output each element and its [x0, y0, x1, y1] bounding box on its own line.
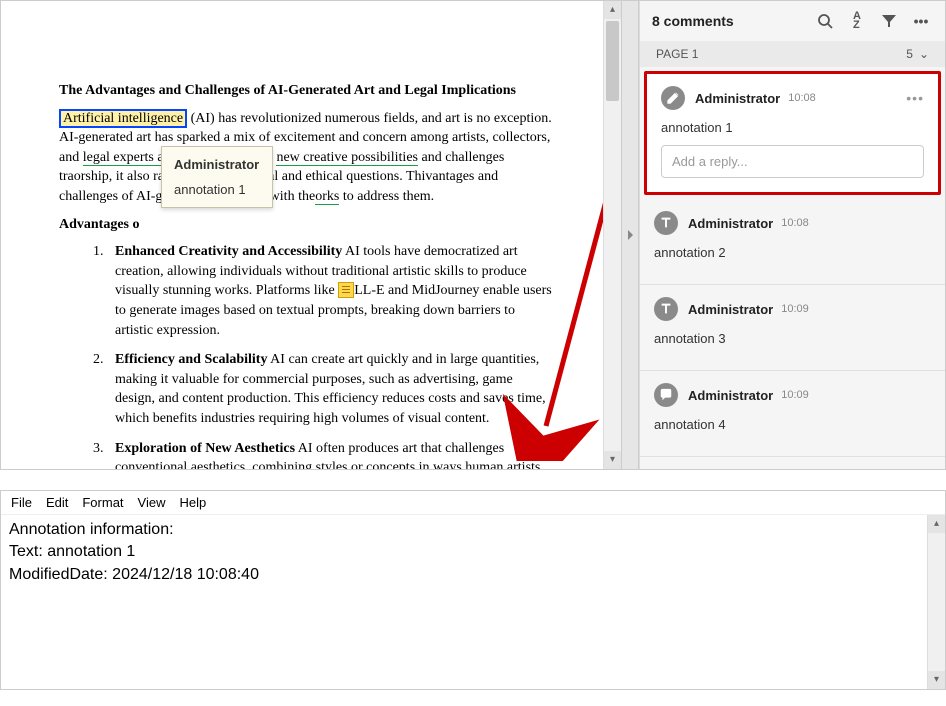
menu-format[interactable]: Format	[82, 495, 123, 510]
comments-count-label: 8 comments	[652, 13, 734, 29]
scroll-down-arrow[interactable]: ▾	[604, 451, 621, 469]
scroll-up-arrow[interactable]: ▴	[604, 1, 621, 19]
scroll-up-arrow[interactable]: ▴	[928, 515, 945, 533]
comment-menu-icon[interactable]: •••	[906, 90, 924, 106]
menu-edit[interactable]: Edit	[46, 495, 68, 510]
comment-text: annotation 3	[654, 331, 931, 346]
document-content: The Advantages and Challenges of AI-Gene…	[1, 1, 603, 469]
underline-annotation-2[interactable]: new creative possibilities	[276, 150, 418, 166]
search-icon[interactable]	[813, 9, 837, 33]
more-icon[interactable]: •••	[909, 9, 933, 33]
comment-type-icon	[654, 297, 678, 321]
comment-text: annotation 2	[654, 245, 931, 260]
annotation-tooltip: Administrator annotation 1	[161, 146, 273, 208]
comment-type-icon	[654, 211, 678, 235]
document-viewer[interactable]: The Advantages and Challenges of AI-Gene…	[1, 1, 603, 469]
info-pane: File Edit Format View Help Annotation inform…	[0, 490, 946, 690]
list-item: Exploration of New Aesthetics AI often p…	[107, 439, 553, 470]
comment-card[interactable]: Administrator 10:08 ••• annotation 1	[644, 71, 941, 195]
info-text-area[interactable]: Annotation information:Text: annotation …	[1, 515, 927, 689]
top-pane: The Advantages and Challenges of AI-Gene…	[0, 0, 946, 470]
comment-card[interactable]: Administrator 10:09 annotation 4	[640, 371, 945, 457]
scroll-down-arrow[interactable]: ▾	[928, 671, 945, 689]
comment-text: annotation 4	[654, 417, 931, 432]
page-comment-count: 5	[906, 47, 913, 61]
comment-card[interactable]: Administrator 10:08 annotation 2	[640, 199, 945, 285]
note-icon[interactable]	[338, 282, 354, 298]
document-title: The Advantages and Challenges of AI-Gene…	[59, 81, 553, 101]
info-scrollbar[interactable]: ▴ ▾	[927, 515, 945, 689]
comment-author: Administrator	[688, 388, 773, 403]
chevron-down-icon: ⌄	[919, 47, 929, 61]
comments-panel: 8 comments AZ ••• PAGE 1 5 ⌄ Administrat…	[639, 1, 945, 469]
list-item: Efficiency and Scalability AI can create…	[107, 350, 553, 428]
tooltip-text: annotation 1	[174, 182, 260, 197]
comment-author: Administrator	[688, 216, 773, 231]
underline-annotation-3[interactable]: orks	[315, 189, 339, 205]
filter-icon[interactable]	[877, 9, 901, 33]
info-line: ModifiedDate: 2024/12/18 10:08:40	[9, 564, 919, 586]
menu-help[interactable]: Help	[179, 495, 206, 510]
comment-author: Administrator	[695, 91, 780, 106]
comment-time: 10:09	[781, 389, 809, 401]
menu-file[interactable]: File	[11, 495, 32, 510]
advantages-list: Enhanced Creativity and Accessibility AI…	[107, 242, 553, 469]
comment-text: annotation 1	[661, 120, 924, 135]
page-label: PAGE 1	[656, 47, 698, 61]
comment-author: Administrator	[688, 302, 773, 317]
reply-input[interactable]	[661, 145, 924, 178]
comment-time: 10:09	[781, 303, 809, 315]
comment-time: 10:08	[788, 92, 816, 104]
panel-collapse-handle[interactable]	[621, 1, 639, 469]
subheading: Advantages o	[59, 215, 553, 235]
comment-type-icon	[654, 383, 678, 407]
comments-header: 8 comments AZ •••	[640, 1, 945, 41]
info-line: Text: annotation 1	[9, 541, 919, 563]
comments-list[interactable]: Administrator10:08•••annotation 1Adminis…	[640, 67, 945, 469]
info-line: Annotation information:	[9, 519, 919, 541]
highlight-annotation-1[interactable]: Artificial intelligence	[59, 109, 187, 128]
menu-view[interactable]: View	[138, 495, 166, 510]
sort-icon[interactable]: AZ	[845, 9, 869, 33]
comment-type-icon	[661, 86, 685, 110]
list-item: Enhanced Creativity and Accessibility AI…	[107, 242, 553, 340]
document-scrollbar[interactable]: ▴ ▾	[603, 1, 621, 469]
intro-paragraph: Artificial intelligence (AI) has revolut…	[59, 109, 553, 207]
page-group-header[interactable]: PAGE 1 5 ⌄	[640, 41, 945, 67]
menu-bar: File Edit Format View Help	[1, 491, 945, 515]
comment-card[interactable]: Administrator 10:09 annotation 3	[640, 285, 945, 371]
tooltip-author: Administrator	[174, 157, 260, 172]
scroll-thumb[interactable]	[606, 21, 619, 101]
comment-time: 10:08	[781, 217, 809, 229]
